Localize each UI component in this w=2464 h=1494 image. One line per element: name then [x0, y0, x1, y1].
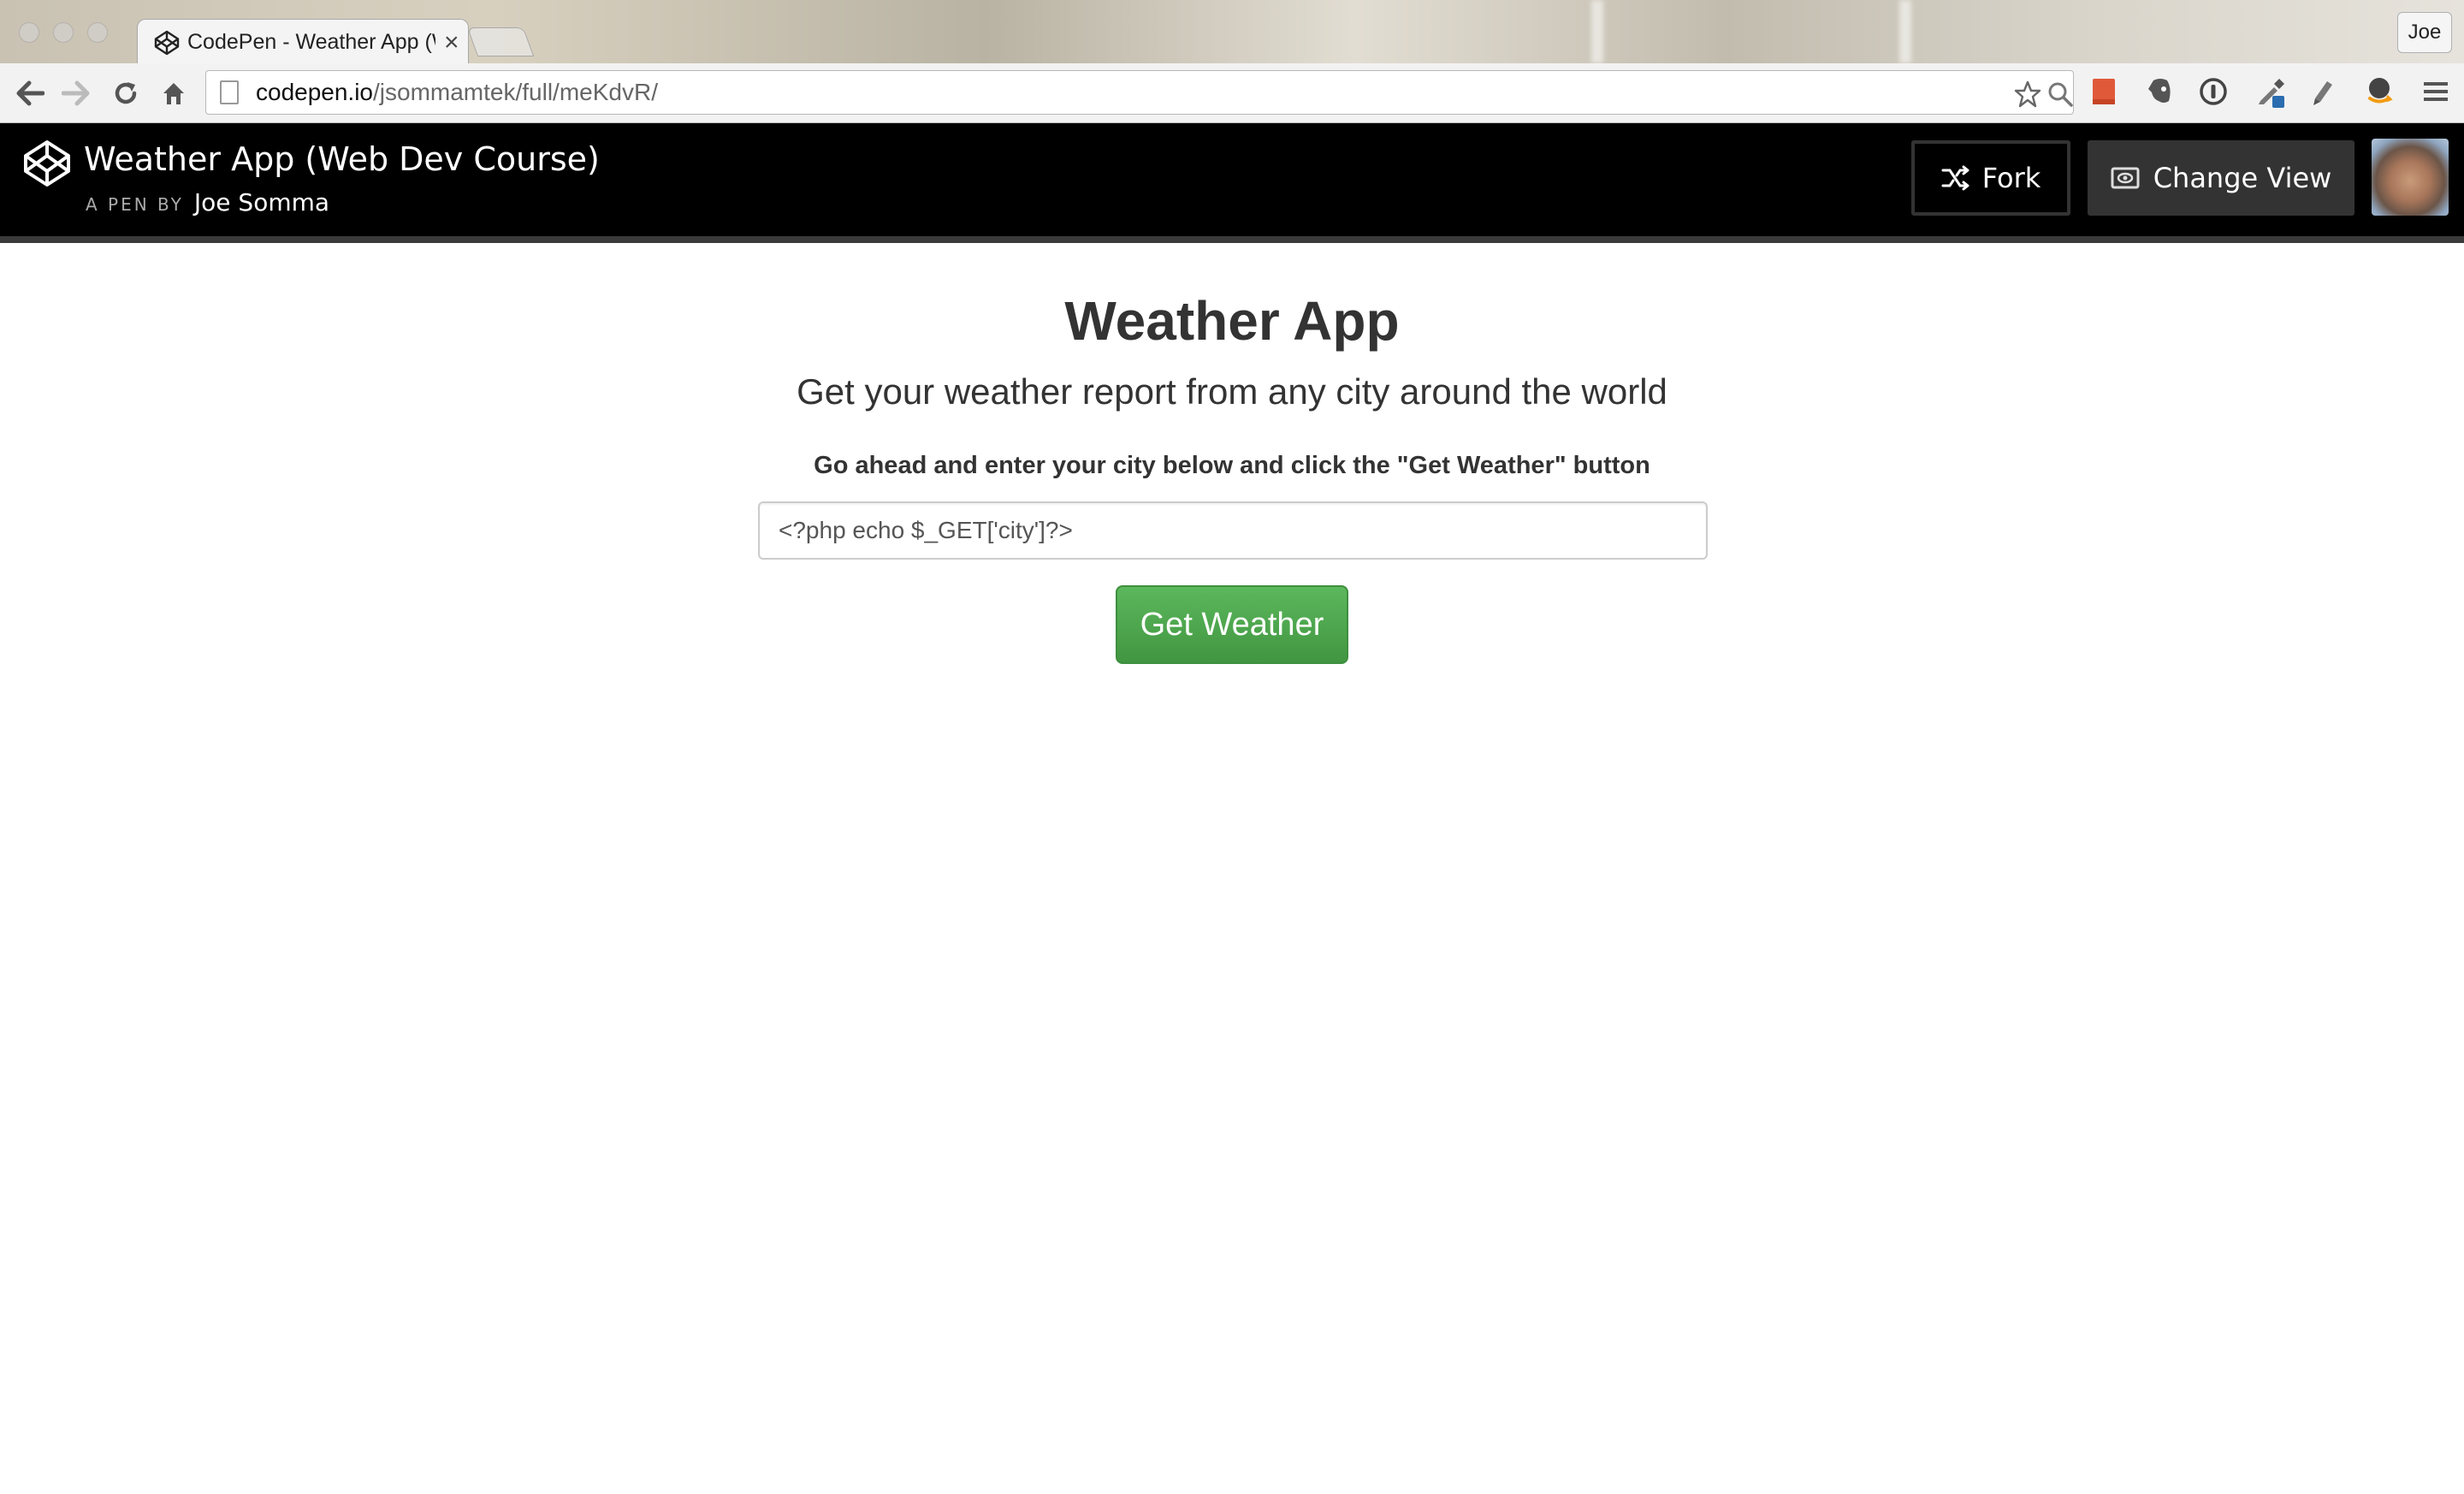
pencil-extension-icon[interactable]	[2307, 75, 2339, 108]
new-tab-button[interactable]	[466, 27, 535, 56]
change-view-button[interactable]: Change View	[2088, 140, 2354, 216]
browser-tab-active[interactable]: CodePen - Weather App (Web Dev Course) ×	[137, 19, 469, 65]
address-bar[interactable]: codepen.io/jsommamtek/full/meKdvR/	[205, 70, 2074, 115]
fork-button[interactable]: Fork	[1911, 140, 2070, 216]
tab-title: CodePen - Weather App (Web Dev Course)	[187, 30, 435, 54]
minimize-window-button[interactable]	[53, 22, 74, 43]
close-window-button[interactable]	[19, 22, 39, 43]
pen-title: Weather App (Web Dev Course)	[84, 140, 600, 178]
home-button[interactable]	[156, 75, 192, 111]
pen-byline: A PEN BY Joe Somma	[86, 188, 329, 216]
maximize-window-button[interactable]	[87, 22, 108, 43]
change-view-icon	[2111, 167, 2140, 189]
url-path: /jsommamtek/full/meKdvR/	[373, 79, 658, 105]
city-input[interactable]	[758, 501, 1708, 560]
reload-button[interactable]	[108, 75, 144, 111]
back-button[interactable]	[12, 75, 48, 111]
page-icon	[220, 80, 239, 104]
forward-button[interactable]	[58, 75, 94, 111]
back-arrow-icon	[16, 80, 44, 106]
codepen-tab-icon	[154, 30, 180, 55]
tab-close-icon[interactable]: ×	[444, 29, 459, 56]
author-link[interactable]: Joe Somma	[194, 188, 329, 216]
url-text: codepen.io/jsommamtek/full/meKdvR/	[256, 79, 658, 106]
evernote-icon[interactable]	[2144, 75, 2177, 108]
eyedropper-extension-icon[interactable]	[2255, 75, 2288, 108]
page-title: Weather App	[1064, 290, 1400, 352]
user-avatar[interactable]	[2372, 139, 2449, 216]
byline-label: A PEN BY	[86, 194, 184, 215]
bookmark-star-icon[interactable]	[2013, 80, 2042, 109]
home-icon	[163, 83, 184, 104]
codepen-logo-icon[interactable]	[22, 139, 72, 188]
bookmark-extension-icon[interactable]	[2088, 75, 2120, 108]
wallpaper-streak	[1591, 0, 1603, 63]
search-icon[interactable]	[2046, 80, 2075, 109]
reload-icon	[115, 82, 137, 104]
amazon-icon[interactable]	[2363, 75, 2396, 108]
profile-button[interactable]: Joe	[2397, 12, 2452, 53]
city-instruction-label: Go ahead and enter your city below and c…	[814, 452, 1650, 479]
fork-icon	[1941, 165, 1969, 191]
page-subtitle: Get your weather report from any city ar…	[797, 371, 1667, 412]
fork-label: Fork	[1981, 162, 2041, 194]
browser-titlebar: CodePen - Weather App (Web Dev Course) ×…	[0, 0, 2464, 65]
onepassword-icon[interactable]	[2197, 75, 2230, 108]
url-host: codepen.io	[256, 79, 374, 105]
get-weather-button[interactable]: Get Weather	[1116, 585, 1348, 664]
menu-icon[interactable]	[2420, 75, 2452, 108]
codepen-header: Weather App (Web Dev Course) A PEN BY Jo…	[0, 123, 2464, 243]
forward-arrow-icon	[62, 80, 90, 106]
wallpaper-streak	[1899, 0, 1911, 63]
change-view-label: Change View	[2153, 162, 2332, 194]
